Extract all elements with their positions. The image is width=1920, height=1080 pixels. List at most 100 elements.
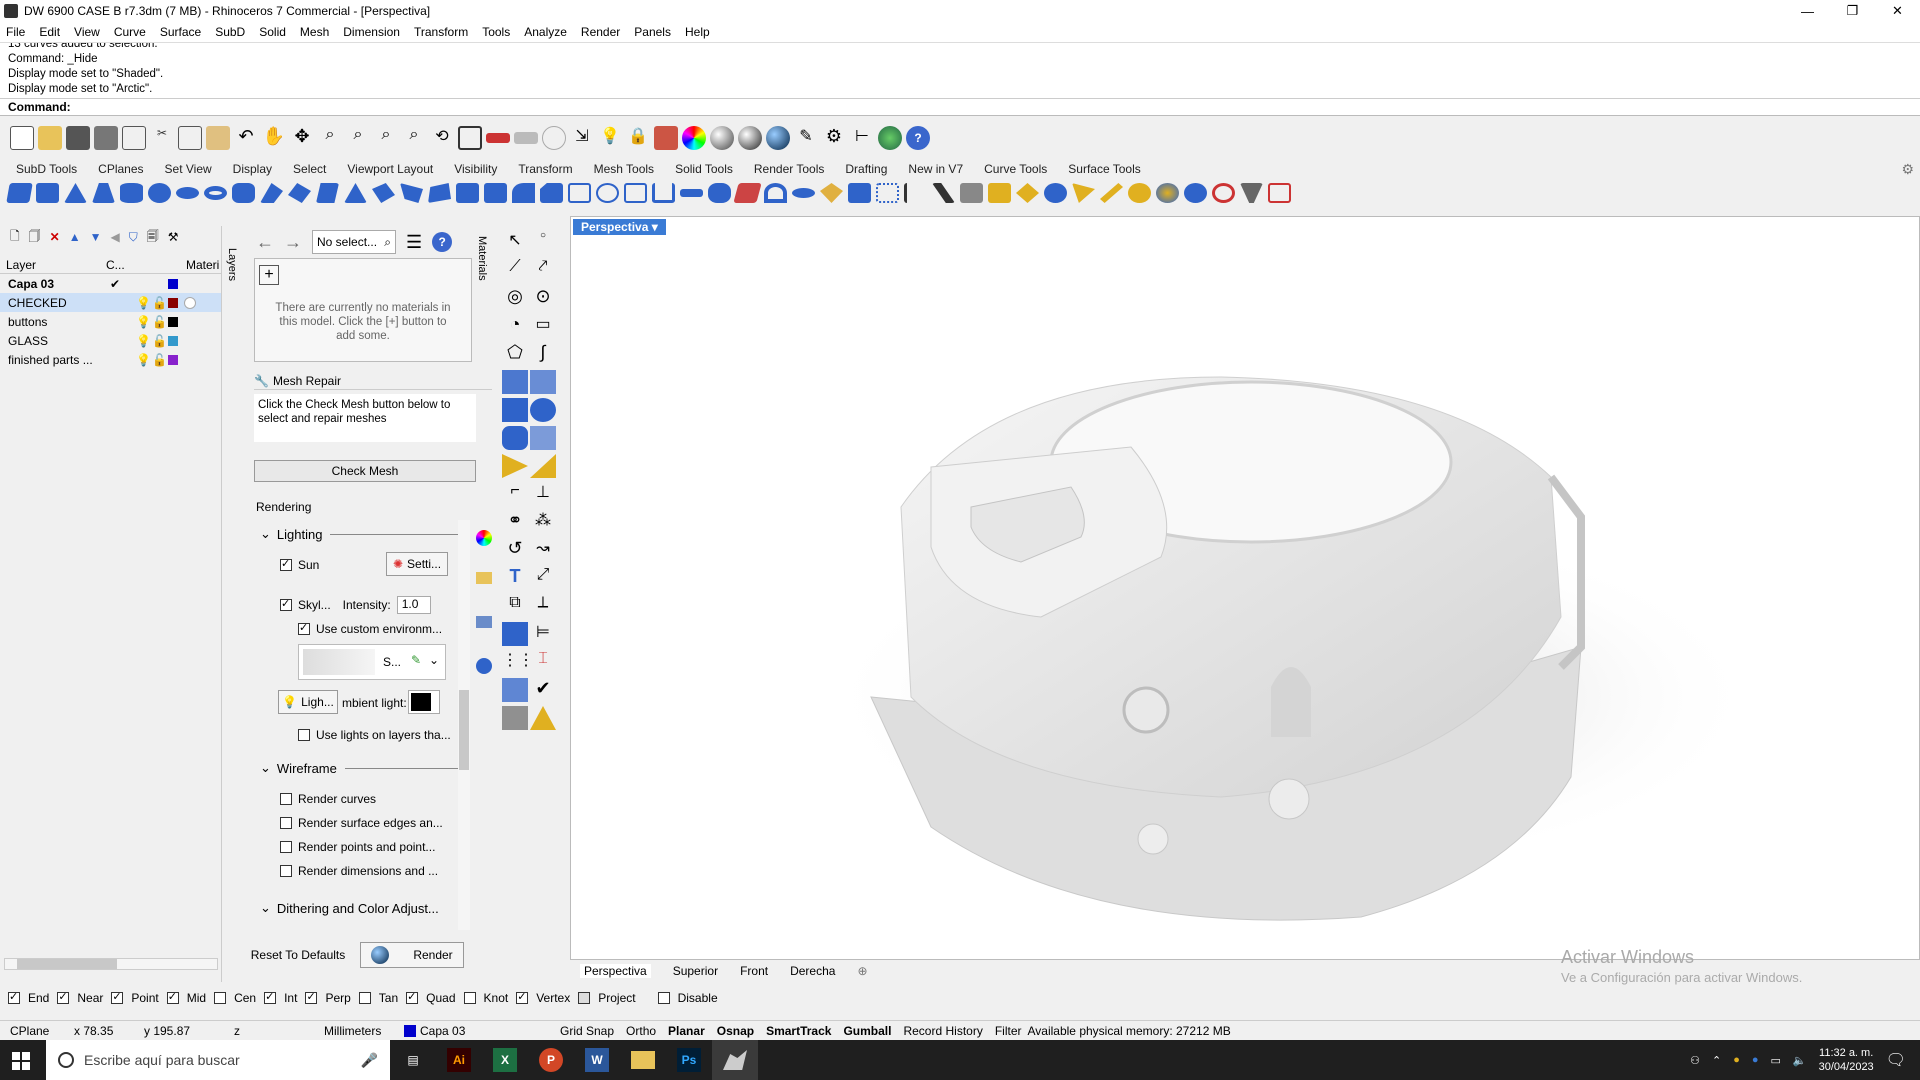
- check-mesh-button[interactable]: Check Mesh: [254, 460, 476, 482]
- gold-tool-icon[interactable]: [1072, 183, 1095, 203]
- lock-icon[interactable]: 🔓: [152, 353, 167, 367]
- gold-shape-icon[interactable]: [1016, 183, 1039, 203]
- osnap-int-checkbox[interactable]: [264, 990, 277, 1004]
- menu-dimension[interactable]: Dimension: [343, 25, 400, 39]
- file-explorer-icon[interactable]: [620, 1040, 666, 1080]
- arc-icon[interactable]: ◔: [502, 314, 528, 338]
- boolean-difference-icon[interactable]: [372, 183, 395, 203]
- osnap-project-checkbox[interactable]: [578, 992, 591, 1004]
- menu-render[interactable]: Render: [581, 25, 620, 39]
- lock-icon[interactable]: 🔓: [152, 315, 167, 329]
- render-tool-icon[interactable]: [502, 706, 528, 730]
- bulb-icon[interactable]: 💡: [136, 334, 151, 348]
- watch-case-model[interactable]: [571, 217, 1919, 959]
- material-col-header[interactable]: Materi: [186, 258, 219, 272]
- select-filter-icon[interactable]: ⇲: [570, 126, 594, 150]
- environment-selector[interactable]: S... ✎ ⌄: [298, 644, 446, 680]
- lock-icon[interactable]: 🔓: [152, 334, 167, 348]
- sun-checkbox[interactable]: [280, 557, 292, 571]
- prohibit-icon[interactable]: [1212, 183, 1235, 203]
- materials-search-input[interactable]: No select... ⌕: [312, 230, 396, 254]
- tab-perspectiva[interactable]: Perspectiva: [580, 964, 651, 978]
- extrude-along-icon[interactable]: [316, 183, 339, 203]
- offset-icon[interactable]: ⊥: [530, 482, 556, 506]
- rectangle-icon[interactable]: ▭: [530, 314, 556, 338]
- layer-color-swatch[interactable]: [168, 278, 178, 289]
- tray-app-icon[interactable]: ●: [1733, 1054, 1740, 1066]
- join-icon[interactable]: ⁂: [530, 510, 556, 534]
- panel-side-icon-image[interactable]: [476, 616, 492, 628]
- tab-viewport-layout[interactable]: Viewport Layout: [347, 162, 433, 176]
- fillet-edge-icon[interactable]: [512, 183, 535, 203]
- osnap-mid-checkbox[interactable]: [166, 990, 179, 1004]
- menu-help[interactable]: Help: [685, 25, 710, 39]
- word-app-icon[interactable]: W: [574, 1040, 620, 1080]
- car-icon[interactable]: [486, 133, 510, 143]
- zoom-window-icon[interactable]: ⌕: [346, 126, 370, 150]
- delete-layer-icon[interactable]: ✕: [50, 230, 60, 244]
- layer-color-swatch[interactable]: [168, 354, 178, 365]
- ortho-toggle[interactable]: Ortho: [620, 1024, 662, 1038]
- mesh-tool-icon[interactable]: [530, 426, 556, 450]
- current-col-header[interactable]: C...: [106, 258, 186, 272]
- open-file-icon[interactable]: [38, 126, 62, 150]
- torus-icon[interactable]: [204, 186, 227, 200]
- command-prompt[interactable]: Command:: [0, 98, 1920, 116]
- copy-icon[interactable]: [178, 126, 202, 150]
- layer-color-swatch[interactable]: [168, 316, 178, 327]
- volume-icon[interactable]: 🔈: [1793, 1054, 1807, 1067]
- close-button[interactable]: ✕: [1875, 0, 1920, 22]
- blue-sphere-icon[interactable]: [1184, 183, 1207, 203]
- boolean-intersection-icon[interactable]: [400, 183, 423, 203]
- microphone-icon[interactable]: 🎤: [361, 1052, 378, 1069]
- cylinder-tool-icon[interactable]: [502, 426, 528, 450]
- render-button[interactable]: Render: [360, 942, 464, 968]
- osnap-quad-checkbox[interactable]: [406, 990, 419, 1004]
- sphere-icon[interactable]: [148, 183, 171, 203]
- layer-tools-icon[interactable]: 🗐: [147, 227, 159, 248]
- photoshop-app-icon[interactable]: Ps: [666, 1040, 712, 1080]
- check-icon[interactable]: ✔: [530, 678, 556, 702]
- grid-array-icon[interactable]: [876, 183, 899, 203]
- save-icon[interactable]: [66, 126, 90, 150]
- mesh-grid-icon[interactable]: [568, 183, 591, 203]
- construction-plane-icon[interactable]: [514, 132, 538, 144]
- new-layer-icon[interactable]: 🗋: [10, 227, 20, 248]
- zoom-icon[interactable]: ⌕: [318, 126, 342, 150]
- bulb-icon[interactable]: 💡: [136, 296, 151, 310]
- layer-row[interactable]: finished parts ... 💡 🔓: [0, 350, 221, 369]
- osnap-perp-checkbox[interactable]: [305, 990, 318, 1004]
- render-points-checkbox[interactable]: [280, 841, 292, 853]
- menu-panels[interactable]: Panels: [634, 25, 671, 39]
- gumball-toggle[interactable]: Gumball: [837, 1024, 897, 1038]
- panel-side-icon-render[interactable]: [476, 658, 492, 674]
- intensity-input[interactable]: 1.0: [396, 596, 431, 614]
- osnap-knot-checkbox[interactable]: [463, 992, 476, 1004]
- dimension-tool-icon[interactable]: ⟂: [530, 594, 556, 618]
- cap-icon[interactable]: [456, 183, 479, 203]
- network-icon[interactable]: ▭: [1771, 1054, 1781, 1067]
- add-viewport-icon[interactable]: ⊕: [857, 964, 867, 978]
- sphere-tool-icon[interactable]: [530, 398, 556, 422]
- layers-side-tab[interactable]: Layers: [226, 248, 238, 281]
- cone-icon[interactable]: [64, 183, 87, 203]
- maximize-button[interactable]: ❐: [1830, 0, 1875, 22]
- point-icon[interactable]: ○: [530, 230, 556, 254]
- new-sublayer-icon[interactable]: 🗍: [29, 227, 41, 248]
- mesh-sphere-icon[interactable]: [596, 183, 619, 203]
- minimize-button[interactable]: —: [1785, 0, 1830, 22]
- lights-button[interactable]: 💡 Ligh...: [278, 690, 338, 714]
- tab-subd-tools[interactable]: SubD Tools: [16, 162, 77, 176]
- array-icon[interactable]: ⋮⋮: [502, 650, 534, 674]
- tab-transform[interactable]: Transform: [518, 162, 572, 176]
- tab-superior[interactable]: Superior: [673, 964, 718, 978]
- ellipse-icon[interactable]: ⊙: [530, 286, 556, 310]
- ambient-color-picker[interactable]: [408, 690, 440, 714]
- pipe-icon[interactable]: [232, 183, 255, 203]
- bulb-icon[interactable]: 💡: [136, 315, 151, 329]
- osnap-cen-checkbox[interactable]: [214, 992, 227, 1004]
- tab-front[interactable]: Front: [740, 964, 768, 978]
- rhino-app-icon[interactable]: [712, 1040, 758, 1080]
- osnap-vertex-checkbox[interactable]: [516, 990, 529, 1004]
- box-edges-icon[interactable]: [36, 183, 59, 203]
